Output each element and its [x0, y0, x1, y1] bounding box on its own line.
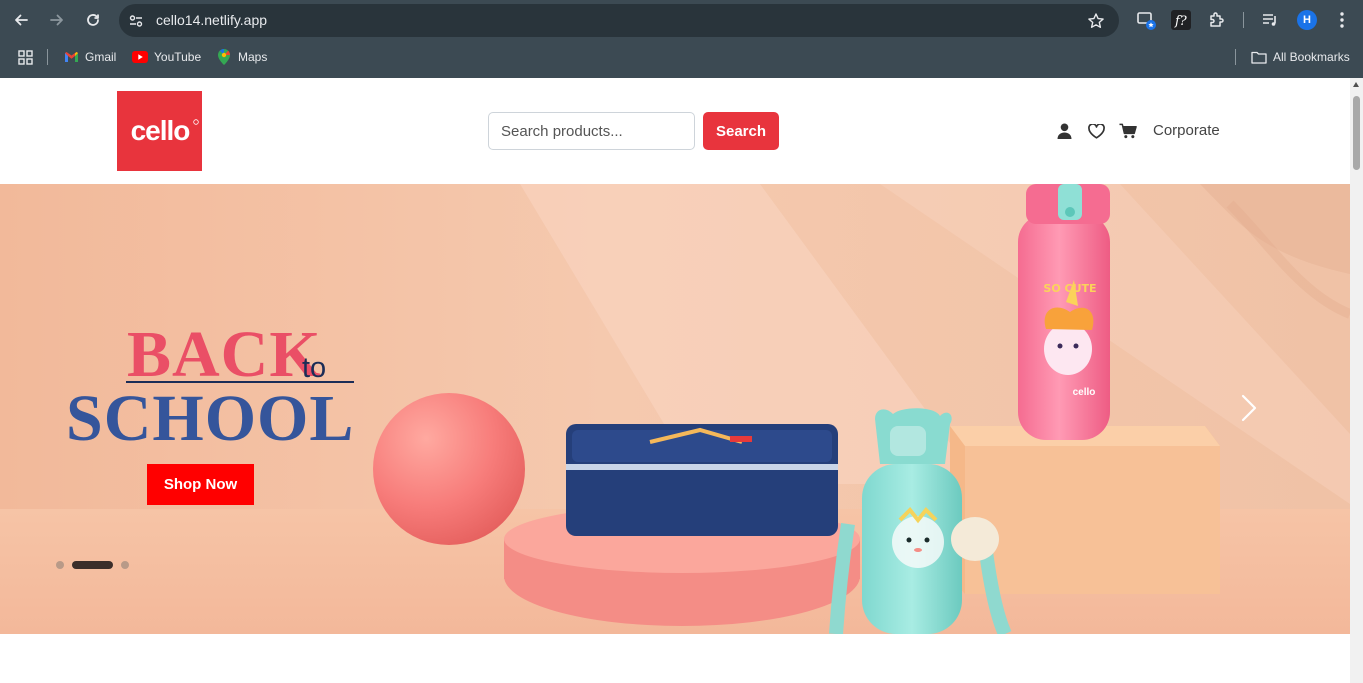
cart-button[interactable]	[1119, 122, 1137, 140]
arrow-left-icon	[15, 14, 28, 26]
logo-text: cello	[130, 115, 190, 146]
carousel-dot-3[interactable]	[121, 561, 129, 569]
menu-button[interactable]	[1332, 10, 1352, 30]
carousel-next-button[interactable]	[1236, 390, 1262, 426]
reload-icon	[87, 14, 99, 26]
headline-to: to	[302, 352, 326, 384]
search-button[interactable]: Search	[703, 112, 779, 150]
profile-avatar[interactable]: H	[1297, 10, 1317, 30]
hero-carousel: SO CUTE cello BACK to SCHOOL Shop Now	[0, 184, 1350, 634]
queue-music-icon	[1263, 14, 1276, 26]
gmail-icon	[63, 49, 79, 65]
bookmark-maps[interactable]: Maps	[216, 49, 267, 65]
folder-icon	[1251, 49, 1267, 65]
scroll-up-arrow-icon[interactable]	[1353, 82, 1359, 87]
headline-back: BACK	[127, 318, 322, 391]
windows-icon	[1137, 12, 1156, 30]
function-icon: f?	[1171, 10, 1191, 30]
cello-logo-mark: cello	[130, 115, 199, 146]
toolbar-divider	[1243, 12, 1244, 28]
site-header: cello Search Corporate	[0, 78, 1350, 184]
bookmark-label: Gmail	[85, 50, 117, 64]
media-controls-button[interactable]	[1260, 10, 1280, 30]
all-bookmarks-label: All Bookmarks	[1273, 50, 1350, 64]
apps-grid-icon	[17, 49, 33, 65]
cart-icon	[1119, 123, 1137, 139]
site-settings-icon[interactable]	[128, 13, 144, 29]
browser-chrome: cello14.netlify.app f? H Gmail YouTube M…	[0, 0, 1363, 78]
arrow-right-icon	[50, 14, 63, 26]
user-icon	[1057, 123, 1071, 139]
account-button[interactable]	[1055, 122, 1073, 140]
wishlist-button[interactable]	[1087, 122, 1105, 140]
url-text: cello14.netlify.app	[156, 12, 268, 28]
carousel-dot-2[interactable]	[72, 561, 113, 569]
bookmarks-divider	[1235, 49, 1236, 65]
page-viewport: cello Search Corporate	[0, 78, 1363, 683]
tab-search-extension[interactable]	[1136, 10, 1156, 30]
all-bookmarks-button[interactable]: All Bookmarks	[1251, 49, 1350, 65]
bookmark-gmail[interactable]: Gmail	[63, 49, 116, 65]
carousel-dot-1[interactable]	[56, 561, 64, 569]
bookmark-label: YouTube	[154, 50, 202, 64]
bottle-brand: cello	[1073, 387, 1096, 398]
puzzle-icon	[1210, 12, 1224, 27]
address-bar[interactable]: cello14.netlify.app	[119, 4, 1119, 37]
more-vertical-icon	[1340, 12, 1344, 28]
bookmarks-bar: Gmail YouTube Maps All Bookmarks	[0, 40, 1363, 74]
forward-button[interactable]	[45, 8, 69, 32]
reload-button[interactable]	[81, 8, 105, 32]
formula-extension[interactable]: f?	[1171, 10, 1191, 30]
headline-school: SCHOOL	[66, 382, 354, 455]
search-input[interactable]	[488, 112, 695, 150]
bookmark-label: Maps	[238, 50, 268, 64]
corporate-link[interactable]: Corporate	[1153, 122, 1220, 140]
page-scrollbar[interactable]	[1350, 78, 1363, 683]
apps-button[interactable]	[17, 49, 33, 65]
youtube-icon	[132, 49, 148, 65]
svg-text:f?: f?	[1174, 14, 1188, 29]
back-button[interactable]	[9, 8, 33, 32]
toolbar: cello14.netlify.app f? H	[0, 0, 1363, 40]
scrollbar-thumb[interactable]	[1353, 96, 1360, 170]
heart-icon	[1087, 123, 1105, 139]
carousel-indicators	[56, 561, 129, 569]
bookmark-star-icon[interactable]	[1087, 12, 1105, 30]
hero-banner-image: SO CUTE cello BACK to SCHOOL	[0, 184, 1350, 634]
bookmarks-divider	[47, 49, 48, 65]
bookmark-youtube[interactable]: YouTube	[132, 49, 201, 65]
cello-logo[interactable]: cello	[117, 91, 202, 171]
maps-icon	[216, 49, 232, 65]
shop-now-button[interactable]: Shop Now	[147, 464, 254, 505]
extensions-button[interactable]	[1207, 10, 1227, 30]
chevron-right-icon	[1241, 394, 1257, 422]
